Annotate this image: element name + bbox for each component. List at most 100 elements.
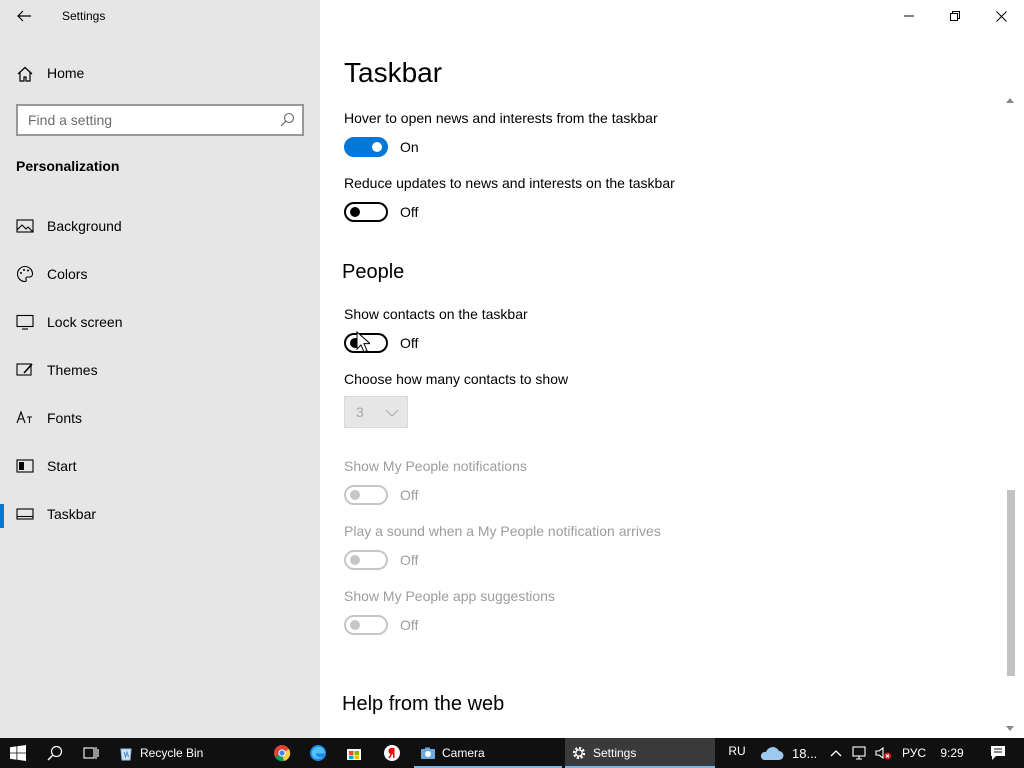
sidebar-item-label: Lock screen <box>47 314 123 330</box>
people-notifications-label: Show My People notifications <box>344 458 527 474</box>
taskbar-app-yandex[interactable] <box>374 738 410 768</box>
toggle-state-text: On <box>400 139 419 155</box>
sidebar-item-colors[interactable]: Colors <box>0 252 320 300</box>
image-icon <box>16 219 34 233</box>
sidebar-item-label: Fonts <box>47 410 83 426</box>
content-pane: Taskbar Hover to open news and interests… <box>320 0 1024 738</box>
toggle-state-text: Off <box>400 487 419 503</box>
sidebar-item-fonts[interactable]: Fonts <box>0 396 320 444</box>
sidebar-item-lock-screen[interactable]: Lock screen <box>0 300 320 348</box>
camera-icon <box>421 747 435 759</box>
input-language-button[interactable]: РУС <box>898 738 930 768</box>
search-button[interactable] <box>38 738 72 768</box>
help-heading: Help from the web <box>342 693 505 715</box>
network-tray-button[interactable] <box>848 738 870 768</box>
taskbar-app-settings[interactable]: Settings <box>565 738 715 768</box>
search-icon <box>47 745 63 761</box>
reduce-updates-toggle[interactable] <box>344 202 388 222</box>
close-button[interactable] <box>978 0 1024 32</box>
home-label: Home <box>47 65 85 81</box>
app-title: Settings <box>62 9 106 23</box>
sidebar-item-taskbar[interactable]: Taskbar <box>0 492 320 540</box>
restore-button[interactable] <box>932 0 978 32</box>
show-contacts-toggle[interactable] <box>344 333 388 353</box>
sidebar-item-start[interactable]: Start <box>0 444 320 492</box>
contacts-count-dropdown[interactable]: 3 <box>344 396 408 428</box>
toggle-state-text: Off <box>400 335 419 351</box>
store-icon <box>347 749 361 760</box>
volume-tray-button[interactable] <box>872 738 894 768</box>
hover-news-setting: On <box>344 137 419 157</box>
people-sound-toggle[interactable] <box>344 550 388 570</box>
toggle-knob <box>350 338 360 348</box>
people-suggestions-label: Show My People app suggestions <box>344 588 555 604</box>
taskbar-app-label: Settings <box>593 746 637 760</box>
minimize-icon <box>904 15 914 17</box>
start-button[interactable] <box>0 738 36 768</box>
people-heading: People <box>342 261 405 283</box>
home-link[interactable]: Home <box>0 56 320 90</box>
taskbar-app-chrome[interactable] <box>264 738 300 768</box>
clock[interactable]: 9:29 <box>936 738 968 768</box>
people-suggestions-toggle[interactable] <box>344 615 388 635</box>
toggle-knob <box>350 490 360 500</box>
language-indicator[interactable]: RU <box>722 738 752 768</box>
yandex-browser-icon <box>384 745 400 761</box>
back-button[interactable] <box>8 2 40 30</box>
language-label: RU <box>728 744 746 758</box>
sidebar-item-label: Start <box>47 458 77 474</box>
restore-icon <box>950 11 960 21</box>
people-sound-setting: Off <box>344 550 418 570</box>
start-icon <box>16 459 34 473</box>
search-icon[interactable] <box>279 112 295 128</box>
windows-logo-icon <box>10 745 26 761</box>
contacts-count-label: Choose how many contacts to show <box>344 371 569 387</box>
monitor-icon <box>16 314 34 330</box>
network-icon <box>852 746 866 760</box>
toggle-knob <box>350 620 360 630</box>
scrollbar-thumb[interactable] <box>1007 490 1015 676</box>
recycle-bin-icon <box>120 748 132 761</box>
brush-icon <box>16 363 33 376</box>
taskbar-app-recycle-bin[interactable]: Recycle Bin <box>112 738 262 768</box>
input-language-label: РУС <box>901 746 927 760</box>
page-title: Taskbar <box>344 57 443 88</box>
caption-buttons <box>886 0 1024 32</box>
taskbar-app-camera[interactable]: Camera <box>414 738 562 768</box>
arrow-left-icon <box>17 10 31 22</box>
taskbar-icon <box>16 508 34 520</box>
task-view-button[interactable] <box>74 738 108 768</box>
taskbar-app-store[interactable] <box>336 738 372 768</box>
weather-widget[interactable]: 18... <box>758 738 824 768</box>
font-icon <box>16 410 32 424</box>
sidebar-item-label: Themes <box>47 362 98 378</box>
search-box[interactable] <box>16 104 304 136</box>
minimize-button[interactable] <box>886 0 932 32</box>
action-center-button[interactable] <box>978 738 1018 768</box>
hover-news-toggle[interactable] <box>344 137 388 157</box>
people-suggestions-setting: Off <box>344 615 418 635</box>
search-input[interactable] <box>18 106 268 134</box>
gear-icon <box>572 746 586 760</box>
scroll-down-arrow-icon[interactable] <box>1006 726 1014 731</box>
people-notifications-toggle[interactable] <box>344 485 388 505</box>
show-hidden-icons-button[interactable] <box>826 738 846 768</box>
show-contacts-setting: Off <box>344 333 418 353</box>
section-heading: Personalization <box>16 158 120 174</box>
scrollbar[interactable] <box>1004 96 1016 738</box>
taskbar-app-label: Recycle Bin <box>140 746 204 760</box>
sidebar-item-themes[interactable]: Themes <box>0 348 320 396</box>
toggle-state-text: Off <box>400 617 419 633</box>
hover-news-label: Hover to open news and interests from th… <box>344 110 658 126</box>
sidebar-item-label: Background <box>47 218 122 234</box>
home-icon <box>17 66 33 82</box>
scroll-up-arrow-icon[interactable] <box>1006 98 1014 103</box>
chevron-up-icon <box>830 750 842 757</box>
sidebar-item-label: Taskbar <box>47 506 97 522</box>
sidebar-item-background[interactable]: Background <box>0 204 320 252</box>
edge-icon <box>310 745 326 761</box>
taskbar-app-edge[interactable] <box>300 738 336 768</box>
taskbar: Recycle Bin Camera Settings RU 18... РУС <box>0 738 1024 768</box>
toggle-knob <box>372 142 382 152</box>
toggle-state-text: Off <box>400 552 419 568</box>
